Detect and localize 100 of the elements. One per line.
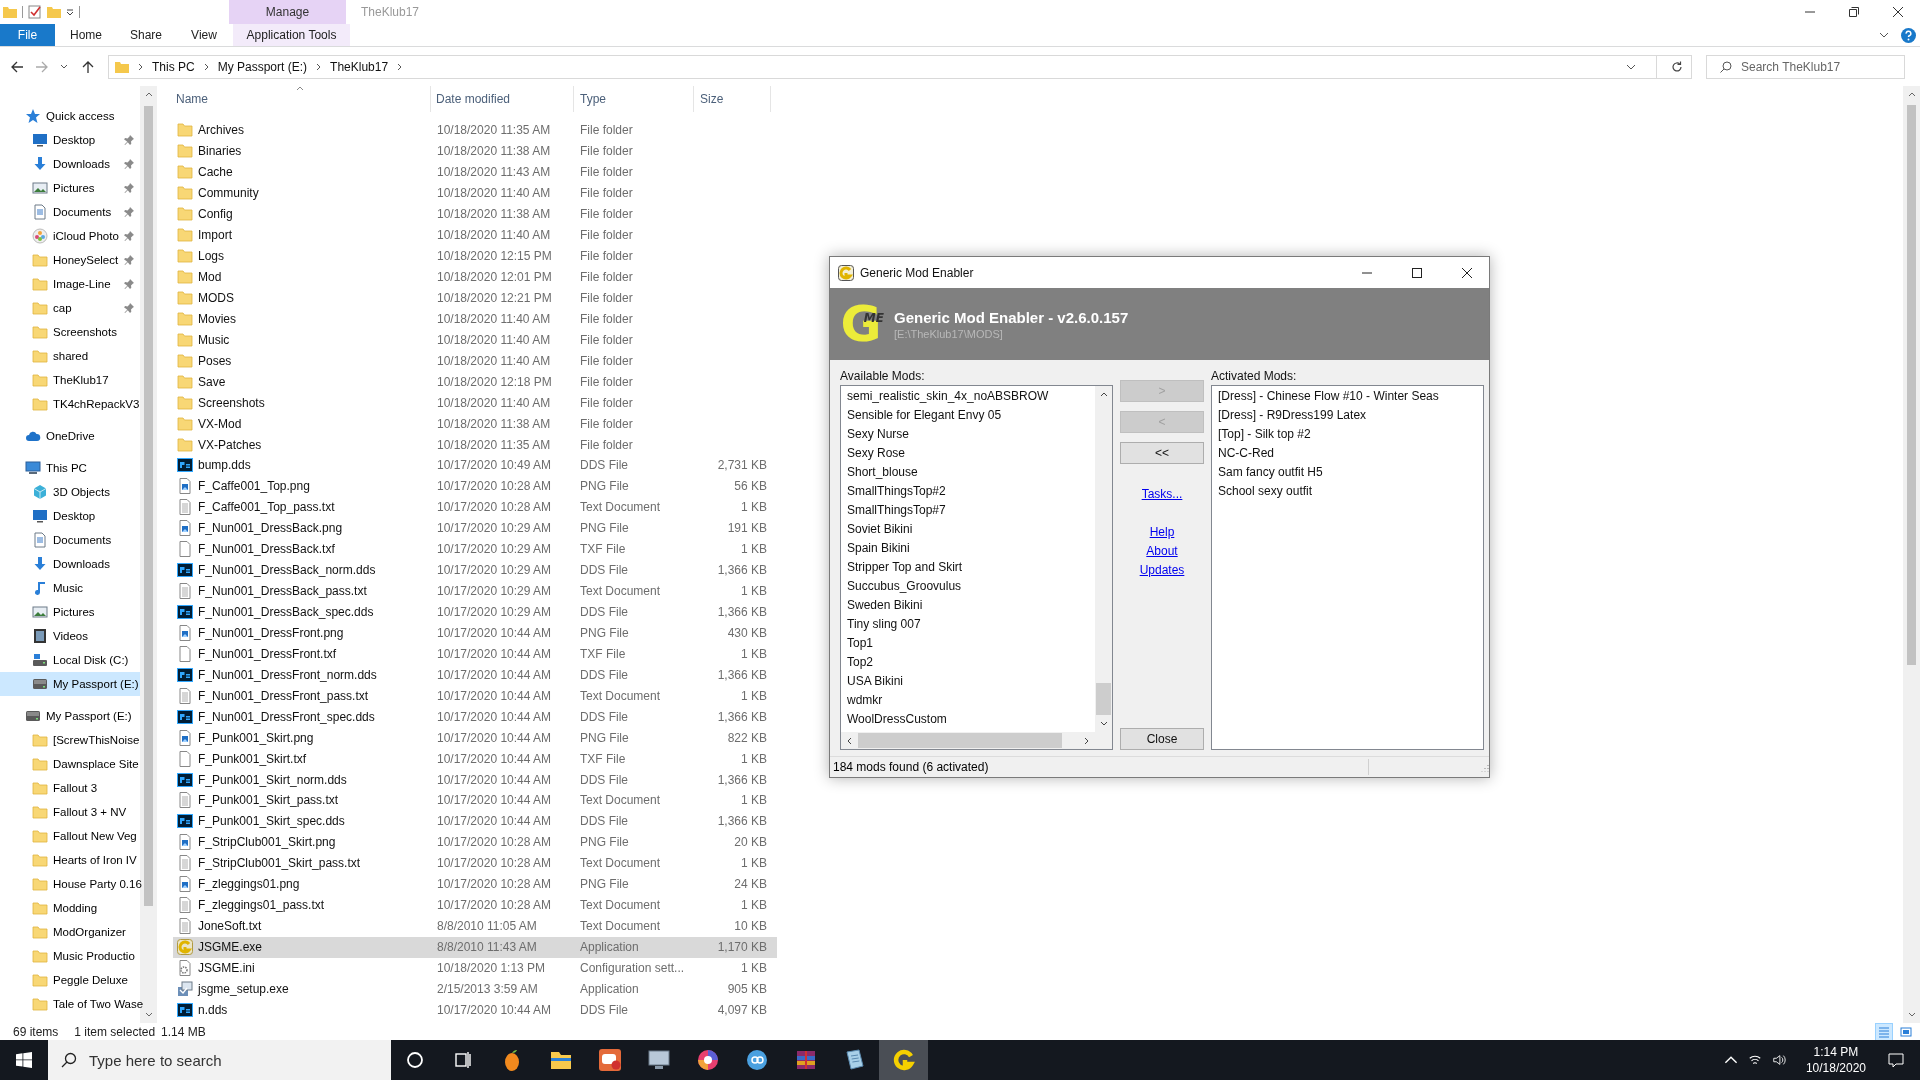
refresh-icon[interactable]: [1671, 60, 1683, 73]
mod-item[interactable]: Short_blouse: [841, 463, 1095, 482]
nav-item[interactable]: Local Disk (C:): [0, 648, 140, 672]
chevron-right-icon[interactable]: [316, 62, 322, 71]
mod-item[interactable]: SmallThingsTop#7: [841, 501, 1095, 520]
file-row[interactable]: F_Punk001_Skirt_norm.dds 10/17/2020 10:44 AM DDS File 1,366 KB: [173, 769, 777, 790]
pin-icon[interactable]: [124, 255, 134, 265]
scroll-right-icon[interactable]: [1084, 736, 1089, 745]
file-row[interactable]: F_Nun001_DressFront_norm.dds 10/17/2020 10:44 AM DDS File 1,366 KB: [173, 664, 777, 686]
file-row[interactable]: jsgme_setup.exe 2/15/2013 3:59 AM Application 905 KB: [173, 978, 777, 1000]
mod-item[interactable]: Succubus_Groovulus: [841, 577, 1095, 596]
nav-item[interactable]: Fallout New Veg: [0, 824, 140, 848]
nav-item[interactable]: Hearts of Iron IV: [0, 848, 140, 872]
file-row[interactable]: Archives 10/18/2020 11:35 AM File folder: [173, 120, 777, 141]
nav-item[interactable]: Screenshots: [0, 320, 140, 344]
nav-item[interactable]: iCloud Photo: [0, 224, 140, 248]
nav-item[interactable]: TK4chRepackV3: [0, 392, 140, 416]
file-row[interactable]: F_Nun001_DressFront_spec.dds 10/17/2020 10:44 AM DDS File 1,366 KB: [173, 706, 777, 728]
mod-item[interactable]: WoolDressCustom: [841, 710, 1095, 729]
nav-item[interactable]: OneDrive: [0, 424, 140, 448]
nav-item[interactable]: shared: [0, 344, 140, 368]
address-bar[interactable]: This PC My Passport (E:) TheKlub17: [108, 54, 1692, 79]
chevron-right-icon[interactable]: [203, 62, 209, 71]
nav-item[interactable]: Pictures: [0, 600, 140, 624]
scroll-down-icon[interactable]: [1907, 1012, 1916, 1017]
search-field[interactable]: Type here to search: [48, 1040, 391, 1080]
nav-item[interactable]: Desktop: [0, 128, 140, 152]
breadcrumb[interactable]: TheKlub17: [330, 59, 389, 74]
file-row[interactable]: Config 10/18/2020 11:38 AM File folder: [173, 203, 777, 225]
file-row[interactable]: Save 10/18/2020 12:18 PM File folder: [173, 371, 777, 393]
breadcrumb[interactable]: This PC: [152, 59, 195, 74]
nav-item[interactable]: Music: [0, 576, 140, 600]
nav-item[interactable]: Documents: [0, 528, 140, 552]
nav-item[interactable]: Fallout 3 + NV: [0, 800, 140, 824]
mod-item[interactable]: semi_realistic_skin_4x_noABSBROW: [841, 387, 1095, 406]
mod-item[interactable]: Sam fancy outfit H5: [1212, 463, 1483, 482]
file-row[interactable]: F_Punk001_Skirt_pass.txt 10/17/2020 10:44 AM Text Document 1 KB: [173, 790, 777, 811]
scroll-down-icon[interactable]: [1099, 721, 1108, 726]
mod-item[interactable]: Tiny sling 007: [841, 615, 1095, 634]
file-row[interactable]: F_Nun001_DressFront_pass.txt 10/17/2020 10:44 AM Text Document 1 KB: [173, 685, 777, 707]
nav-item[interactable]: Downloads: [0, 552, 140, 576]
ribbon-tab[interactable]: View: [175, 24, 233, 46]
speaker-icon[interactable]: [1771, 1053, 1786, 1067]
link[interactable]: Help: [1120, 525, 1204, 539]
pin-icon[interactable]: [124, 279, 134, 289]
file-row[interactable]: Community 10/18/2020 11:40 AM File folder: [173, 182, 777, 204]
mod-item[interactable]: Sensible for Elegant Envy 05: [841, 406, 1095, 425]
scroll-up-icon[interactable]: [1099, 392, 1108, 397]
nav-item[interactable]: Downloads: [0, 152, 140, 176]
file-row[interactable]: F_zleggings01_pass.txt 10/17/2020 10:28 AM Text Document 1 KB: [173, 894, 777, 916]
mod-item[interactable]: Soviet Bikini: [841, 520, 1095, 539]
move-button[interactable]: <<: [1120, 442, 1204, 464]
file-row[interactable]: Movies 10/18/2020 11:40 AM File folder: [173, 308, 777, 330]
caret-icon[interactable]: [66, 8, 74, 16]
file-row[interactable]: F_Caffe001_Top.png 10/17/2020 10:28 AM PNG File 56 KB: [173, 475, 777, 497]
chevron-right-icon[interactable]: [397, 62, 403, 71]
file-row[interactable]: F_zleggings01.png 10/17/2020 10:28 AM PNG File 24 KB: [173, 873, 777, 895]
mod-item[interactable]: Stripper Top and Skirt: [841, 558, 1095, 577]
nav-item[interactable]: Pictures: [0, 176, 140, 200]
mod-item[interactable]: SmallThingsTop#2: [841, 482, 1095, 501]
chevron-down-icon[interactable]: [1626, 63, 1636, 70]
file-row[interactable]: bump.dds 10/17/2020 10:49 AM DDS File 2,731 KB: [173, 455, 777, 476]
nav-item[interactable]: Fallout 3: [0, 776, 140, 800]
pin-icon[interactable]: [124, 183, 134, 193]
nav-item[interactable]: Dawnsplace Site: [0, 752, 140, 776]
file-row[interactable]: Poses 10/18/2020 11:40 AM File folder: [173, 350, 777, 372]
back-arrow-icon[interactable]: [10, 59, 24, 74]
nav-item[interactable]: Image-Line: [0, 272, 140, 296]
mod-item[interactable]: [Top] - Silk top #2: [1212, 425, 1483, 444]
mod-item[interactable]: NC-C-Red: [1212, 444, 1483, 463]
file-row[interactable]: F_Nun001_DressBack_norm.dds 10/17/2020 10:29 AM DDS File 1,366 KB: [173, 559, 777, 581]
file-row[interactable]: JoneSoft.txt 8/8/2010 11:05 AM Text Document 10 KB: [173, 915, 777, 937]
file-row[interactable]: F_Punk001_Skirt.txf 10/17/2020 10:44 AM TXF File 1 KB: [173, 748, 777, 770]
nav-item[interactable]: Desktop: [0, 504, 140, 528]
help-icon[interactable]: [1901, 27, 1916, 43]
mod-item[interactable]: wdmkr: [841, 691, 1095, 710]
file-tab[interactable]: File: [0, 24, 55, 46]
file-row[interactable]: F_Punk001_Skirt_spec.dds 10/17/2020 10:44 AM DDS File 1,366 KB: [173, 810, 777, 832]
mod-item[interactable]: Sexy Rose: [841, 444, 1095, 463]
file-row[interactable]: F_Nun001_DressBack.txf 10/17/2020 10:29 AM TXF File 1 KB: [173, 538, 777, 560]
nav-item[interactable]: My Passport (E:): [0, 672, 140, 696]
column-header[interactable]: Name: [173, 86, 431, 112]
ribbon-tab[interactable]: Share: [117, 24, 175, 46]
wifi-icon[interactable]: [1747, 1053, 1762, 1067]
pin-icon[interactable]: [124, 231, 134, 241]
file-row[interactable]: F_Nun001_DressBack_pass.txt 10/17/2020 10:29 AM Text Document 1 KB: [173, 580, 777, 602]
mod-item[interactable]: [Dress] - Chinese Flow #10 - Winter Seas: [1212, 387, 1483, 406]
breadcrumb[interactable]: My Passport (E:): [217, 59, 308, 74]
resize-grip-icon[interactable]: [1479, 762, 1489, 772]
ribbon-tab[interactable]: Home: [55, 24, 117, 46]
file-row[interactable]: F_StripClub001_Skirt.png 10/17/2020 10:28 AM PNG File 20 KB: [173, 831, 777, 853]
nav-item[interactable]: Videos: [0, 624, 140, 648]
file-row[interactable]: Mod 10/18/2020 12:01 PM File folder: [173, 266, 777, 288]
nav-item[interactable]: [ScrewThisNoise: [0, 728, 140, 752]
scrollbar[interactable]: [1095, 386, 1112, 732]
nav-item[interactable]: This PC: [0, 456, 140, 480]
close-button[interactable]: Close: [1120, 728, 1204, 750]
mod-item[interactable]: [Dress] - R9Dress199 Latex: [1212, 406, 1483, 425]
column-header[interactable]: Size: [694, 86, 771, 112]
chevron-down-icon[interactable]: [1879, 32, 1889, 38]
